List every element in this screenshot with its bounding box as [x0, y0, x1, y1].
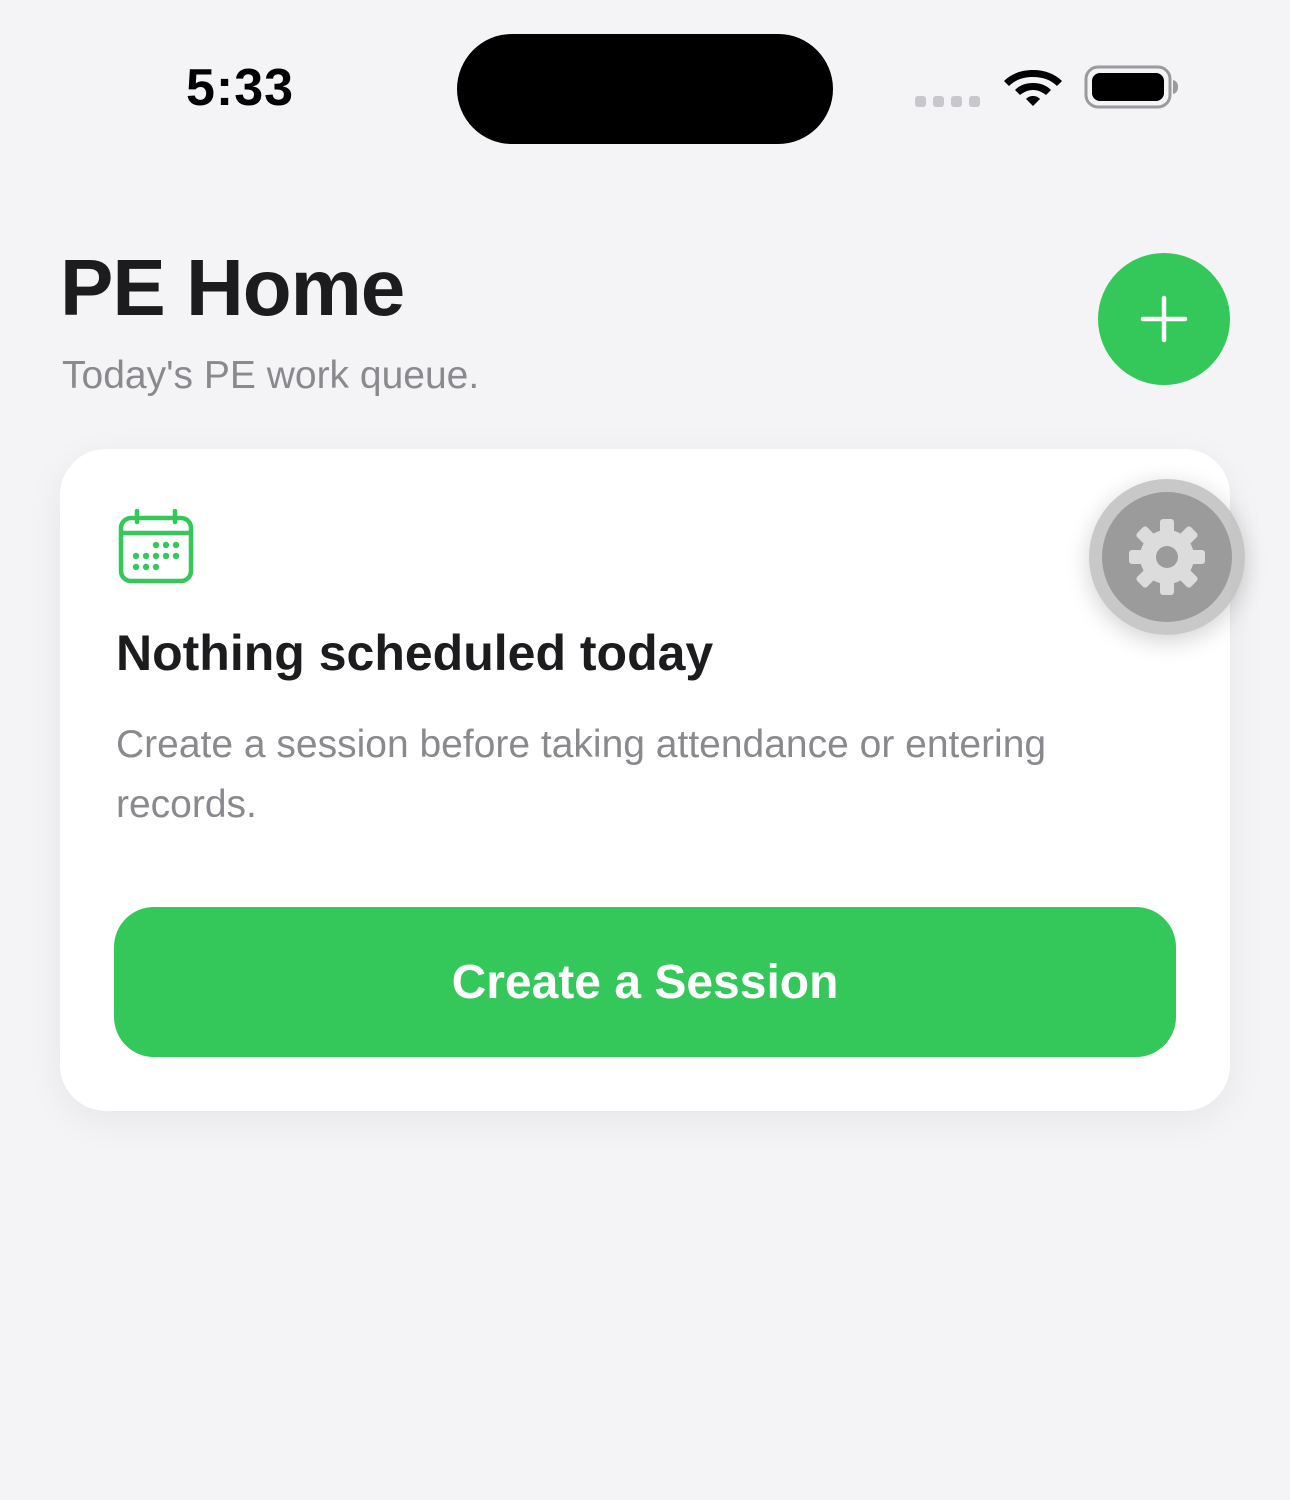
add-button[interactable] — [1098, 253, 1230, 385]
card-description: Create a session before taking attendanc… — [116, 723, 1047, 826]
battery-icon — [1084, 65, 1178, 109]
create-session-button[interactable]: Create a Session — [114, 907, 1176, 1057]
wifi-icon — [1004, 70, 1062, 106]
empty-state-card: Nothing scheduled today Create a session… — [60, 449, 1230, 1111]
card-title: Nothing scheduled today — [116, 625, 714, 681]
page-subtitle: Today's PE work queue. — [62, 354, 480, 397]
gear-icon — [1129, 519, 1205, 595]
dynamic-island — [457, 34, 833, 144]
status-time: 5:33 — [186, 59, 295, 117]
plus-icon — [1140, 295, 1188, 343]
cellular-signal-icon — [915, 96, 980, 107]
page-title: PE Home — [60, 243, 405, 332]
settings-button[interactable] — [1089, 479, 1245, 635]
calendar-icon — [118, 509, 194, 584]
